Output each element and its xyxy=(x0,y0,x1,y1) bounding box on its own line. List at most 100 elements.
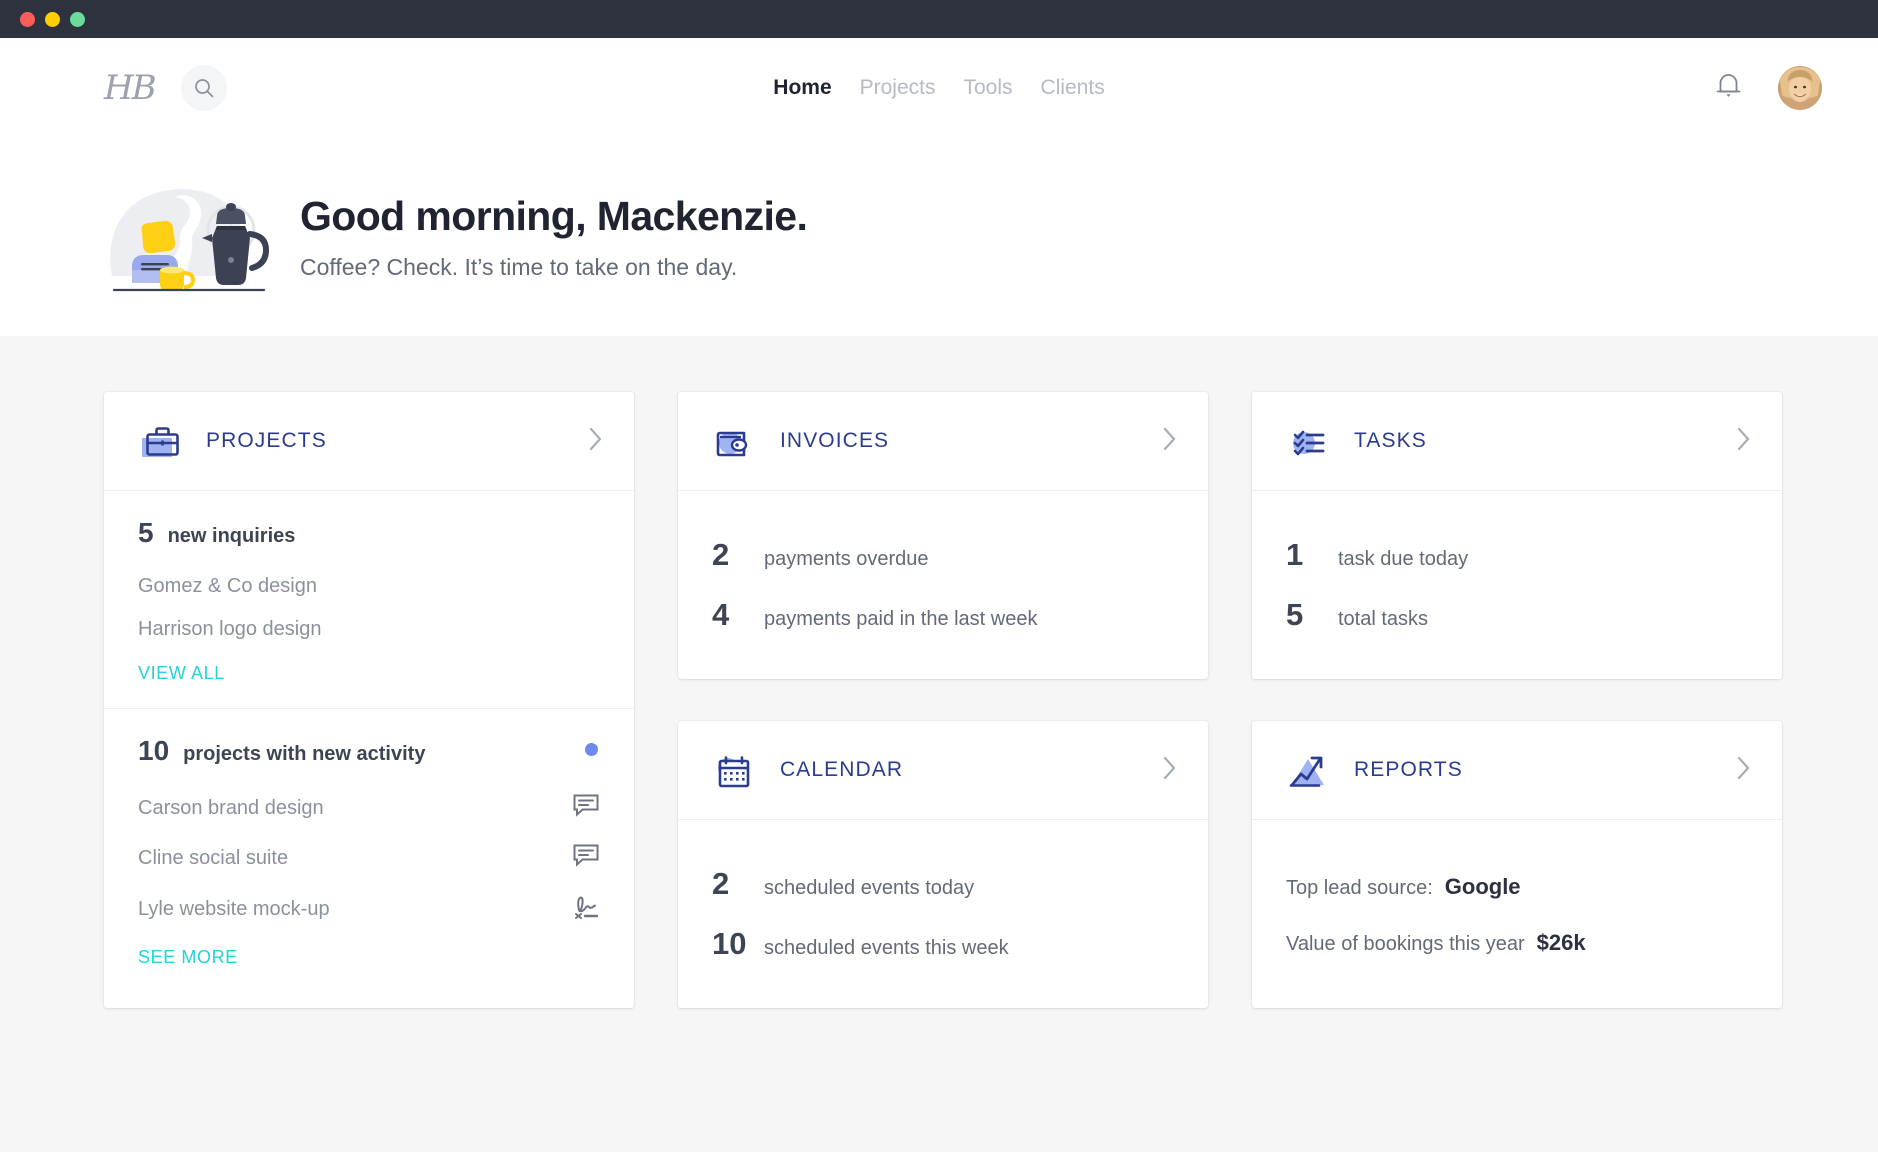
top-navigation-bar: HB Home Projects Tools Clients xyxy=(0,38,1878,138)
search-icon xyxy=(193,77,215,99)
project-name: Lyle website mock-up xyxy=(138,898,330,921)
card-calendar-body: 2 scheduled events today 10 scheduled ev… xyxy=(678,820,1208,1008)
list-item[interactable]: Lyle website mock-up xyxy=(138,883,600,935)
window-titlebar xyxy=(0,0,1878,38)
chevron-right-icon xyxy=(1736,426,1752,452)
card-reports-header[interactable]: REPORTS xyxy=(1252,721,1782,820)
card-calendar: CALENDAR 2 scheduled events today 10 sch… xyxy=(678,721,1208,1008)
stat-value: 1 xyxy=(1286,537,1338,573)
comment-bubble-icon xyxy=(572,793,600,817)
avatar-photo xyxy=(1778,66,1822,110)
card-reports-title: REPORTS xyxy=(1354,758,1463,782)
report-value: Google xyxy=(1445,874,1521,900)
stat-label: scheduled events this week xyxy=(764,937,1009,960)
nav-link-clients[interactable]: Clients xyxy=(1041,76,1105,100)
nav-link-tools[interactable]: Tools xyxy=(963,76,1012,100)
projects-activity-label: projects with new activity xyxy=(183,743,425,766)
stat-value: 5 xyxy=(1286,597,1338,633)
report-label: Value of bookings this year xyxy=(1286,933,1525,956)
card-tasks-title: TASKS xyxy=(1354,429,1427,453)
report-label: Top lead source: xyxy=(1286,877,1433,900)
card-projects-chevron[interactable] xyxy=(588,426,604,457)
comment-icon[interactable] xyxy=(572,843,600,873)
card-projects-title: PROJECTS xyxy=(206,429,327,453)
wallet-icon xyxy=(712,418,758,464)
stat-row: 5 total tasks xyxy=(1286,597,1748,633)
card-calendar-chevron[interactable] xyxy=(1162,755,1178,786)
chevron-right-icon xyxy=(1162,426,1178,452)
card-projects-header[interactable]: PROJECTS xyxy=(104,392,634,491)
card-calendar-header[interactable]: CALENDAR xyxy=(678,721,1208,820)
report-row-bookings-value: Value of bookings this year $26k xyxy=(1286,930,1748,956)
card-tasks-chevron[interactable] xyxy=(1736,426,1752,457)
dashboard-card-grid: PROJECTS 5 new inquiries Gomez & Co desi… xyxy=(104,392,1774,1008)
window-minimize-button[interactable] xyxy=(45,12,60,27)
app-logo[interactable]: HB xyxy=(104,68,155,108)
card-invoices-chevron[interactable] xyxy=(1162,426,1178,457)
window-close-button[interactable] xyxy=(20,12,35,27)
list-item[interactable]: Carson brand design xyxy=(138,783,600,833)
hero-text-block: Good morning, Mackenzie. Coffee? Check. … xyxy=(300,193,807,281)
calendar-icon xyxy=(712,747,758,793)
notifications-button[interactable] xyxy=(1715,71,1742,105)
page-title: Good morning, Mackenzie. xyxy=(300,193,807,240)
stat-value: 2 xyxy=(712,866,764,902)
list-item[interactable]: Cline social suite xyxy=(138,833,600,883)
chevron-right-icon xyxy=(1162,755,1178,781)
stat-label: payments paid in the last week xyxy=(764,608,1038,631)
nav-right-cluster xyxy=(1715,66,1822,110)
stat-value: 10 xyxy=(712,926,764,962)
briefcase-icon xyxy=(138,418,184,464)
stat-row: 4 payments paid in the last week xyxy=(712,597,1174,633)
project-name: Harrison logo design xyxy=(138,618,321,641)
list-item[interactable]: Gomez & Co design xyxy=(138,565,600,608)
nav-link-home[interactable]: Home xyxy=(773,76,831,100)
card-tasks: TASKS 1 task due today 5 total tasks xyxy=(1252,392,1782,679)
chevron-right-icon xyxy=(588,426,604,452)
stat-row: 2 payments overdue xyxy=(712,537,1174,573)
projects-activity-heading: 10 projects with new activity xyxy=(138,735,600,767)
stat-label: payments overdue xyxy=(764,548,929,571)
checklist-icon xyxy=(1286,418,1332,464)
projects-activity-section: 10 projects with new activity Carson bra… xyxy=(104,708,634,992)
projects-inquiries-section: 5 new inquiries Gomez & Co design Harris… xyxy=(104,491,634,708)
chevron-right-icon xyxy=(1736,755,1752,781)
bell-icon xyxy=(1715,71,1742,100)
card-reports-body: Top lead source: Google Value of booking… xyxy=(1252,820,1782,1002)
see-more-link[interactable]: SEE MORE xyxy=(138,935,238,968)
signature-icon[interactable] xyxy=(572,893,600,925)
hero-greeting-section: Good morning, Mackenzie. Coffee? Check. … xyxy=(0,138,1878,336)
report-value: $26k xyxy=(1537,930,1586,956)
new-activity-badge-dot xyxy=(585,743,598,756)
window-maximize-button[interactable] xyxy=(70,12,85,27)
projects-inquiries-label: new inquiries xyxy=(168,525,296,548)
avatar[interactable] xyxy=(1778,66,1822,110)
signature-pen-icon xyxy=(572,893,600,919)
nav-link-projects[interactable]: Projects xyxy=(860,76,936,100)
coffee-illustration xyxy=(104,172,274,302)
stat-value: 4 xyxy=(712,597,764,633)
search-button[interactable] xyxy=(181,65,227,111)
view-all-link[interactable]: VIEW ALL xyxy=(138,651,225,684)
report-row-lead-source: Top lead source: Google xyxy=(1286,874,1748,900)
projects-inquiries-count: 5 xyxy=(138,517,154,549)
list-item[interactable]: Harrison logo design xyxy=(138,608,600,651)
card-calendar-title: CALENDAR xyxy=(780,758,903,782)
dashboard-main: PROJECTS 5 new inquiries Gomez & Co desi… xyxy=(0,336,1878,1152)
project-name: Cline social suite xyxy=(138,847,288,870)
card-tasks-body: 1 task due today 5 total tasks xyxy=(1252,491,1782,679)
stat-row: 1 task due today xyxy=(1286,537,1748,573)
card-invoices-body: 2 payments overdue 4 payments paid in th… xyxy=(678,491,1208,679)
comment-icon[interactable] xyxy=(572,793,600,823)
card-reports-chevron[interactable] xyxy=(1736,755,1752,786)
card-tasks-header[interactable]: TASKS xyxy=(1252,392,1782,491)
project-name: Carson brand design xyxy=(138,797,324,820)
card-invoices-header[interactable]: INVOICES xyxy=(678,392,1208,491)
stat-label: total tasks xyxy=(1338,608,1428,631)
card-projects: PROJECTS 5 new inquiries Gomez & Co desi… xyxy=(104,392,634,1008)
projects-activity-count: 10 xyxy=(138,735,169,767)
page-subtitle: Coffee? Check. It’s time to take on the … xyxy=(300,254,807,281)
stat-row: 10 scheduled events this week xyxy=(712,926,1174,962)
card-reports: REPORTS Top lead source: Google Value of… xyxy=(1252,721,1782,1008)
card-invoices-title: INVOICES xyxy=(780,429,889,453)
